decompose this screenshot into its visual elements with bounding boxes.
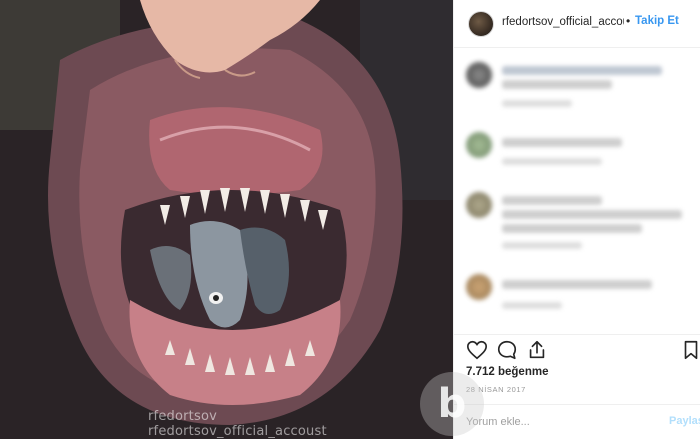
- post-actions: [454, 337, 700, 363]
- header-separator: •: [626, 14, 631, 28]
- divider: [454, 334, 700, 335]
- divider: [454, 404, 700, 405]
- post-sidebar: rfedortsov_official_accou • Takip Et 7.7…: [453, 0, 700, 439]
- photo-watermark-handle: rfedortsov: [148, 409, 217, 424]
- blurred-comment-text: [502, 224, 642, 233]
- blurred-comment-text: [502, 66, 662, 75]
- avatar[interactable]: [466, 274, 492, 300]
- share-icon[interactable]: [526, 339, 548, 361]
- follow-button[interactable]: Takip Et: [635, 15, 679, 27]
- blurred-comment-meta: [502, 302, 562, 309]
- instagram-post: rfedortsov rfedortsov_official_accoust r…: [0, 0, 700, 439]
- list-item: [454, 128, 700, 192]
- blurred-comment-text: [502, 196, 602, 205]
- list-item: [454, 188, 700, 252]
- add-comment-input[interactable]: [466, 412, 646, 432]
- avatar[interactable]: [466, 62, 492, 88]
- comments-list: [454, 48, 700, 328]
- blurred-comment-meta: [502, 158, 602, 165]
- avatar[interactable]: [466, 192, 492, 218]
- comment-icon[interactable]: [496, 339, 518, 361]
- blurred-comment-text: [502, 138, 622, 147]
- bookmark-icon[interactable]: [680, 339, 700, 361]
- list-item: [454, 58, 700, 122]
- blurred-comment-text: [502, 210, 682, 219]
- heart-icon[interactable]: [466, 339, 488, 361]
- avatar[interactable]: [468, 11, 494, 37]
- list-item: [454, 270, 700, 334]
- post-photo[interactable]: rfedortsov rfedortsov_official_accoust: [0, 0, 453, 439]
- post-header: rfedortsov_official_accou • Takip Et: [454, 0, 700, 48]
- shark-photo-illustration: [0, 0, 453, 439]
- blurred-comment-meta: [502, 242, 582, 249]
- blurred-comment-text: [502, 80, 612, 89]
- post-comment-button[interactable]: Paylaş: [669, 415, 700, 427]
- site-logo-watermark: b: [420, 372, 484, 436]
- photo-watermark-account: rfedortsov_official_accoust: [148, 424, 327, 439]
- username-link[interactable]: rfedortsov_official_accou: [502, 16, 624, 28]
- blurred-comment-text: [502, 280, 652, 289]
- avatar[interactable]: [466, 132, 492, 158]
- likes-count[interactable]: 7.712 beğenme: [466, 366, 548, 378]
- blurred-comment-meta: [502, 100, 572, 107]
